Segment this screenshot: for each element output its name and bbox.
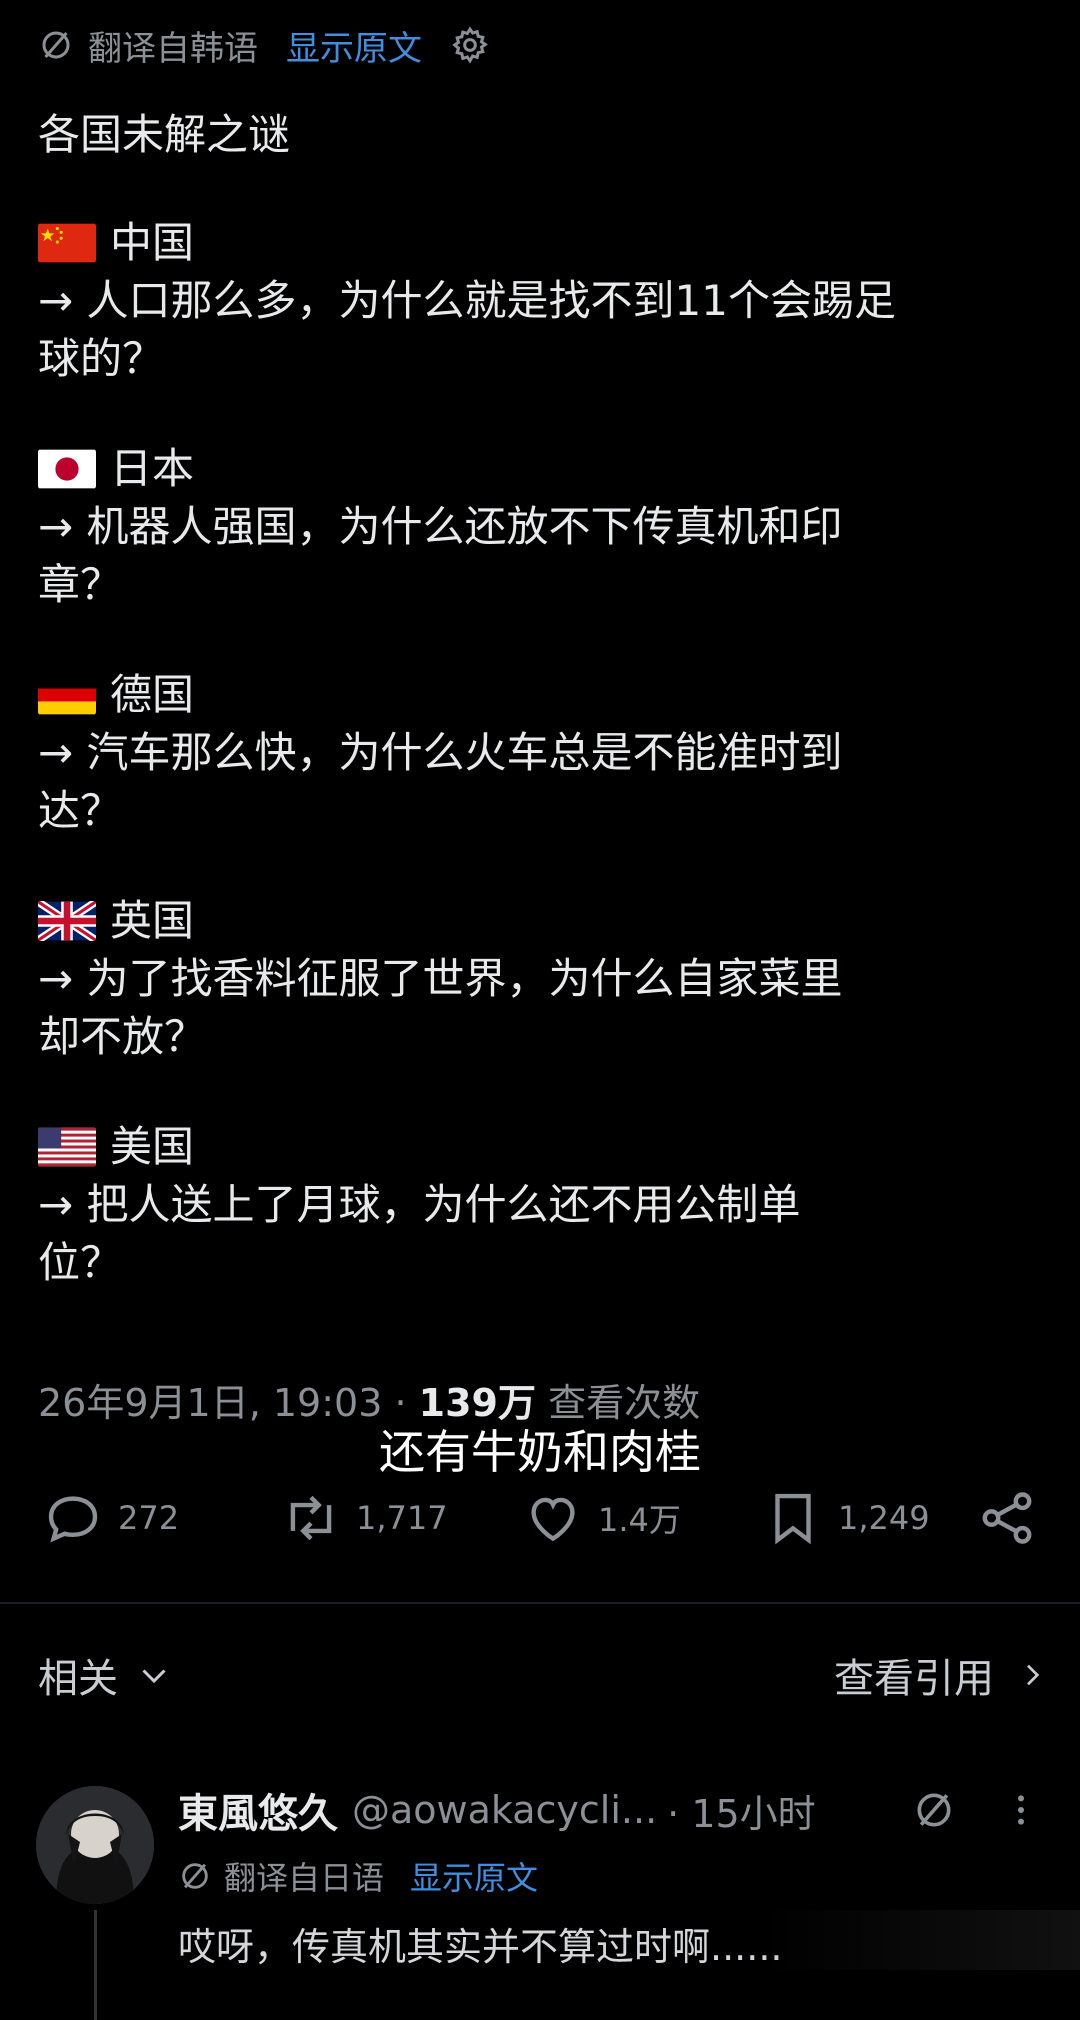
heart-icon [531,1497,575,1542]
reply-count: 272 [118,1499,180,1537]
question-line: → 把人送上了月球，为什么还不用公制单 [38,1180,801,1229]
usa-flag-icon [38,1127,96,1167]
reply-header: 東風悠久 @aowakacycli... · 15小时 [178,1780,816,1840]
reply-translated-from-label: 翻译自日语 [224,1859,385,1897]
related-bar: 相关 查看引用 [38,1646,1048,1706]
reply-button[interactable]: 272 [42,1482,179,1554]
reply-item[interactable]: 東風悠久 @aowakacycli... · 15小时 翻译自日语 显示原文 哎… [0,1780,1080,2020]
comment-icon [48,1496,98,1543]
question-line: 达？ [38,786,123,835]
question-line: → 汽车那么快，为什么火车总是不能准时到 [38,728,843,777]
uk-flag-icon [38,901,96,941]
question-line: 却不放？ [38,1012,207,1061]
translated-from-label: 翻译自韩语 [88,28,258,69]
list-item: 美国 → 把人送上了月球，为什么还不用公制单 位？ [38,1118,1048,1292]
translation-bar: 翻译自韩语 显示原文 [38,20,490,70]
translate-icon [182,1863,208,1889]
related-label: 相关 [38,1656,118,1702]
reply-show-original-link[interactable]: 显示原文 [410,1853,538,1899]
share-icon [982,1492,1032,1544]
view-quotes-link[interactable]: 查看引用 [834,1646,1048,1704]
country-name: 中国 [110,218,195,267]
question-line: 球的？ [38,334,165,383]
chevron-right-icon [1027,1664,1040,1686]
reply-author-handle[interactable]: @aowakacycli... [352,1788,657,1832]
more-options-icon[interactable] [1006,1790,1036,1830]
repost-button[interactable]: 1,717 [280,1482,448,1554]
list-item: 中国 → 人口那么多，为什么就是找不到11个会踢足 球的？ [38,214,1048,388]
bookmark-icon [775,1493,811,1545]
question-line: → 人口那么多，为什么就是找不到11个会踢足 [38,276,896,325]
like-button[interactable]: 1.4万 [522,1482,681,1554]
share-button[interactable] [976,1482,1038,1554]
country-name: 英国 [110,896,195,945]
list-item: 德国 → 汽车那么快，为什么火车总是不能准时到 达？ [38,666,1048,840]
grok-icon[interactable] [912,1788,956,1832]
bookmark-button[interactable]: 1,249 [762,1482,930,1554]
country-name: 日本 [110,444,195,493]
repost-icon [290,1495,332,1541]
japan-flag-icon [38,449,96,489]
post-title: 各国未解之谜 [38,110,291,159]
germany-flag-icon [38,675,96,715]
list-item: 日本 → 机器人强国，为什么还放不下传真机和印 章？ [38,440,1048,614]
question-line: → 为了找香料征服了世界，为什么自家菜里 [38,954,843,1003]
avatar[interactable] [36,1786,154,1904]
list-item: 英国 → 为了找香料征服了世界，为什么自家菜里 却不放？ [38,892,1048,1066]
question-line: 位？ [38,1238,123,1287]
reply-author-name[interactable]: 東風悠久 [178,1781,338,1839]
video-subtitle: 还有牛奶和肉桂 [379,1425,701,1479]
reply-text: 哎呀，传真机其实并不算过时啊...... [178,1925,783,1969]
show-original-link[interactable]: 显示原文 [286,21,422,70]
related-dropdown[interactable]: 相关 [38,1646,172,1704]
post-detail-page: 翻译自韩语 显示原文 各国未解之谜 中国 → 人口那么多，为什么就是找不到11个… [0,0,1080,2020]
translate-icon [42,31,70,59]
section-divider [0,1602,1080,1604]
china-flag-icon [38,223,96,263]
country-name: 美国 [110,1122,195,1171]
like-count: 1.4万 [598,1501,681,1539]
chevron-down-icon [142,1669,166,1684]
reply-translation-bar: 翻译自日语 显示原文 [178,1852,538,1900]
question-line: → 机器人强国，为什么还放不下传真机和印 [38,502,843,551]
post-body: 各国未解之谜 中国 → 人口那么多，为什么就是找不到11个会踢足 球的？ 日本 [38,98,1048,1344]
view-quotes-label: 查看引用 [834,1656,994,1702]
repost-count: 1,717 [356,1499,448,1537]
question-line: 章？ [38,560,123,609]
action-bar: 272 1,717 1.4万 1,249 [0,1482,1080,1554]
bookmark-count: 1,249 [838,1499,930,1537]
watermark-fade [760,1910,1080,1970]
gear-icon[interactable] [450,25,490,65]
thread-line [94,1910,97,2020]
country-name: 德国 [110,670,195,719]
reply-time: · 15小时 [667,1791,816,1836]
